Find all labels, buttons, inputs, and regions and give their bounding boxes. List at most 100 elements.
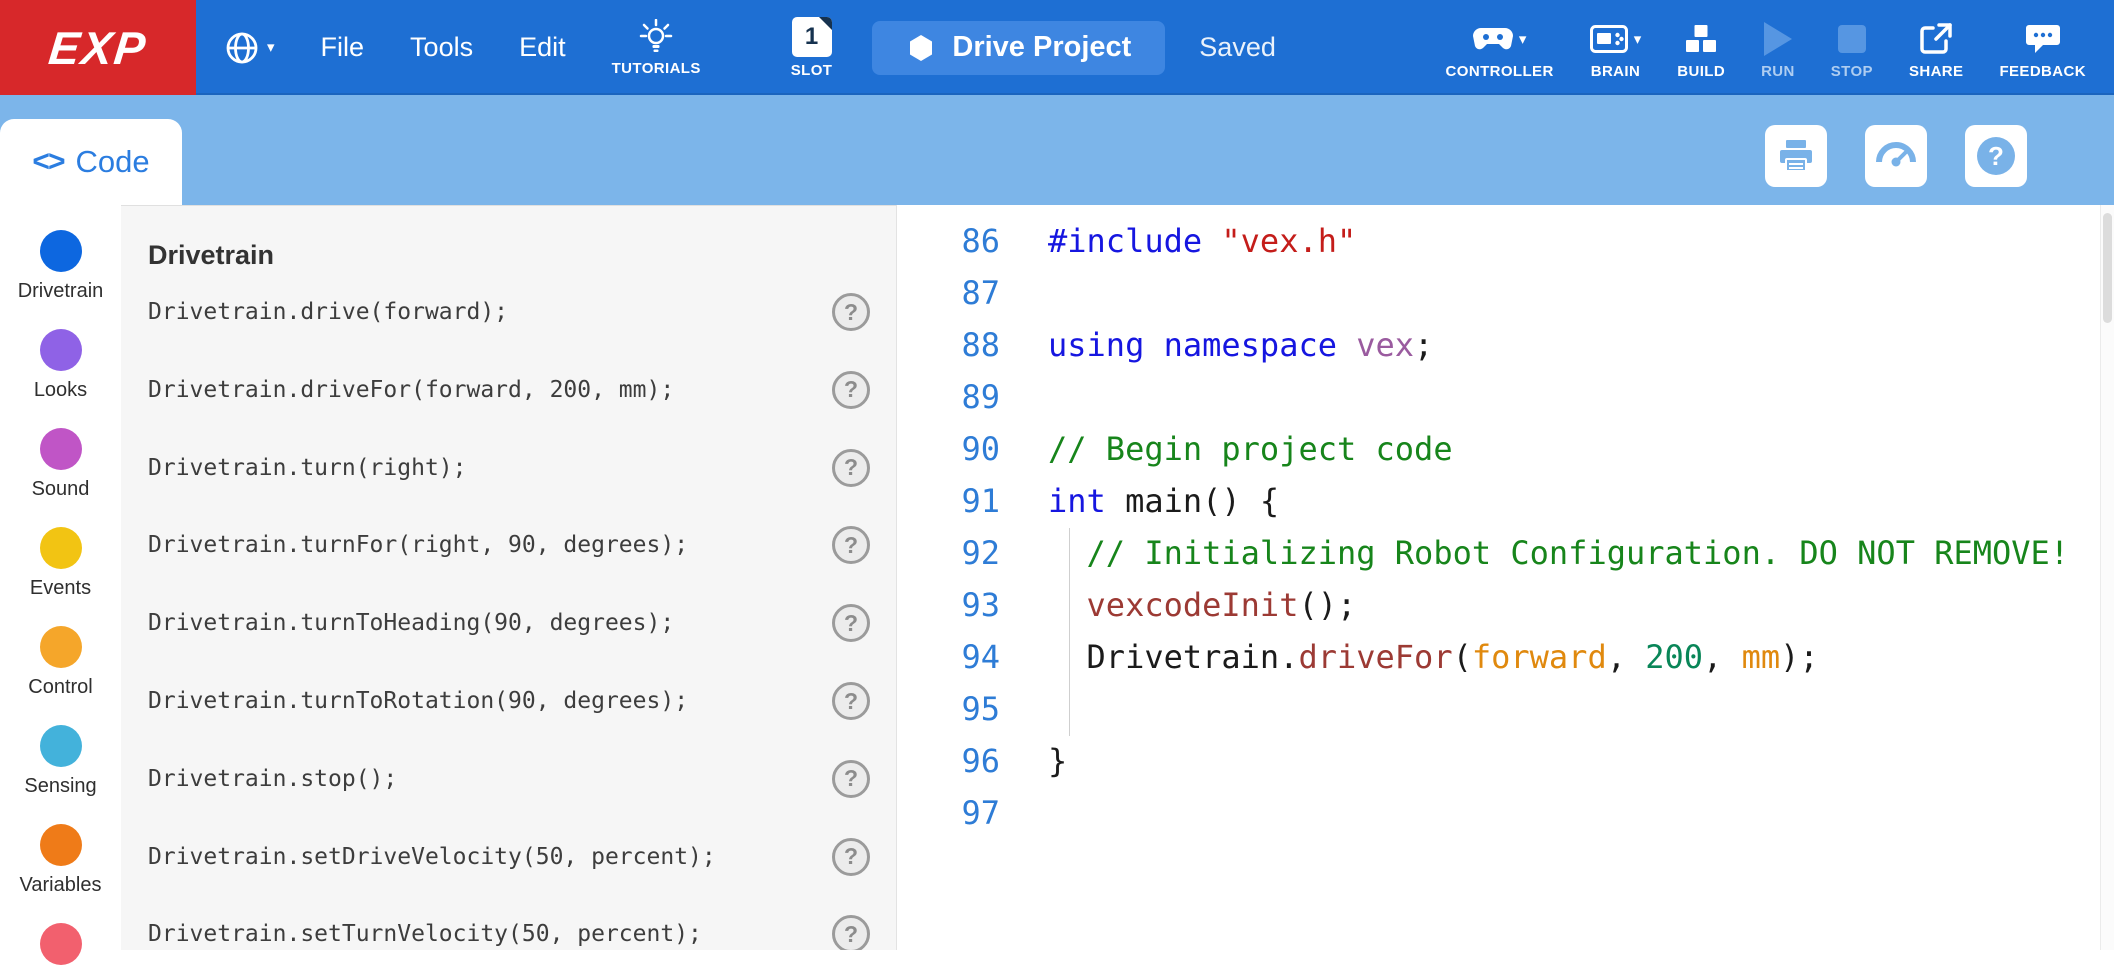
brain-label: BRAIN — [1591, 63, 1641, 80]
code-line[interactable]: 92 // Initializing Robot Configuration. … — [897, 527, 2100, 579]
command-text: Drivetrain.driveFor(forward, 200, mm); — [148, 377, 832, 403]
category-circle-icon[interactable] — [40, 428, 82, 470]
code-line[interactable]: 87 — [897, 267, 2100, 319]
code-line[interactable]: 94 Drivetrain.driveFor(forward, 200, mm)… — [897, 631, 2100, 683]
command-help-button[interactable]: ? — [832, 604, 870, 642]
run-label: RUN — [1761, 63, 1795, 80]
menu-edit[interactable]: Edit — [519, 32, 566, 63]
tutorials-label: TUTORIALS — [612, 60, 701, 77]
tutorials-button[interactable]: TUTORIALS — [612, 19, 701, 77]
code-line[interactable]: 91int main() { — [897, 475, 2100, 527]
command-item[interactable]: Drivetrain.turnFor(right, 90, degrees);? — [148, 523, 870, 567]
line-number: 88 — [897, 326, 1000, 364]
run-button[interactable]: RUN — [1761, 15, 1795, 80]
code-line[interactable]: 93 vexcodeInit(); — [897, 579, 2100, 631]
category-circle-icon[interactable] — [40, 923, 82, 965]
stop-label: STOP — [1831, 63, 1873, 80]
line-number: 94 — [897, 638, 1000, 676]
sidebar-category-looks[interactable]: Looks — [0, 329, 121, 402]
feedback-button[interactable]: FEEDBACK — [1999, 15, 2086, 80]
code-editor[interactable]: 86#include "vex.h"8788using namespace ve… — [897, 205, 2114, 950]
command-help-button[interactable]: ? — [832, 838, 870, 876]
command-text: Drivetrain.setDriveVelocity(50, percent)… — [148, 844, 832, 870]
code-line[interactable]: 89 — [897, 371, 2100, 423]
sidebar-category-8[interactable] — [0, 923, 121, 973]
share-icon — [1919, 22, 1953, 56]
command-item[interactable]: Drivetrain.setTurnVelocity(50, percent);… — [148, 912, 870, 950]
sidebar-category-events[interactable]: Events — [0, 527, 121, 600]
play-icon — [1764, 22, 1792, 56]
code-line[interactable]: 88using namespace vex; — [897, 319, 2100, 371]
sidebar-category-sensing[interactable]: Sensing — [0, 725, 121, 798]
command-item[interactable]: Drivetrain.stop();? — [148, 757, 870, 801]
category-circle-icon[interactable] — [40, 824, 82, 866]
project-name: Drive Project — [952, 31, 1131, 64]
sidebar-category-drivetrain[interactable]: Drivetrain — [0, 230, 121, 303]
stop-button[interactable]: STOP — [1831, 15, 1873, 80]
code-line[interactable]: 96} — [897, 735, 2100, 787]
menu-tools[interactable]: Tools — [410, 32, 473, 63]
category-circle-icon[interactable] — [40, 527, 82, 569]
category-circle-icon[interactable] — [40, 725, 82, 767]
command-help-button[interactable]: ? — [832, 682, 870, 720]
command-help-button[interactable]: ? — [832, 915, 870, 950]
menu-file[interactable]: File — [321, 32, 365, 63]
code-text: Drivetrain.driveFor(forward, 200, mm); — [1048, 638, 1819, 676]
category-circle-icon[interactable] — [40, 329, 82, 371]
code-line[interactable]: 97 — [897, 787, 2100, 839]
dashboard-button[interactable] — [1865, 125, 1927, 187]
command-item[interactable]: Drivetrain.setDriveVelocity(50, percent)… — [148, 835, 870, 879]
sidebar-category-variables[interactable]: Variables — [0, 824, 121, 897]
sidebar-category-sound[interactable]: Sound — [0, 428, 121, 501]
command-item[interactable]: Drivetrain.driveFor(forward, 200, mm);? — [148, 368, 870, 412]
feedback-bubble-icon — [2025, 24, 2061, 54]
command-text: Drivetrain.turn(right); — [148, 455, 832, 481]
controller-button[interactable]: ▾ CONTROLLER — [1446, 15, 1554, 80]
build-button[interactable]: BUILD — [1677, 15, 1725, 80]
command-help-button[interactable]: ? — [832, 293, 870, 331]
command-item[interactable]: Drivetrain.turnToRotation(90, degrees);? — [148, 679, 870, 723]
exp-logo: EXP — [0, 0, 196, 95]
command-item[interactable]: Drivetrain.drive(forward);? — [148, 290, 870, 334]
category-label: Variables — [20, 874, 102, 897]
gauge-icon — [1876, 140, 1916, 172]
top-navigation-bar: EXP ▾ File Tools Edit TUTORIALS — [0, 0, 2114, 95]
sidebar-category-list: Drivetrain Looks Sound Events Control Sensing… — [0, 205, 121, 950]
command-text: Drivetrain.stop(); — [148, 766, 832, 792]
code-text: vexcodeInit(); — [1048, 586, 1356, 624]
command-item[interactable]: Drivetrain.turnToHeading(90, degrees);? — [148, 601, 870, 645]
command-text: Drivetrain.drive(forward); — [148, 299, 832, 325]
command-help-button[interactable]: ? — [832, 526, 870, 564]
code-line[interactable]: 95 — [897, 683, 2100, 735]
line-number: 93 — [897, 586, 1000, 624]
scrollbar-thumb[interactable] — [2103, 213, 2112, 323]
sidebar-category-control[interactable]: Control — [0, 626, 121, 699]
command-help-button[interactable]: ? — [832, 760, 870, 798]
category-label: Events — [30, 577, 91, 600]
question-mark-icon: ? — [1977, 137, 2015, 175]
share-button[interactable]: SHARE — [1909, 15, 1964, 80]
language-selector[interactable]: ▾ — [224, 30, 275, 66]
category-circle-icon[interactable] — [40, 626, 82, 668]
category-label: Sensing — [24, 775, 96, 798]
line-number: 91 — [897, 482, 1000, 520]
save-status: Saved — [1199, 32, 1276, 63]
chevron-down-icon: ▾ — [1519, 32, 1527, 47]
help-button[interactable]: ? — [1965, 125, 2027, 187]
print-button[interactable] — [1765, 125, 1827, 187]
tab-code[interactable]: <> Code — [0, 119, 182, 205]
code-text: // Begin project code — [1048, 430, 1453, 468]
code-line[interactable]: 90// Begin project code — [897, 423, 2100, 475]
code-text: #include "vex.h" — [1048, 222, 1356, 260]
category-circle-icon[interactable] — [40, 230, 82, 272]
brain-button[interactable]: ▾ BRAIN — [1590, 15, 1642, 80]
category-label: Drivetrain — [18, 280, 104, 303]
command-help-button[interactable]: ? — [832, 449, 870, 487]
project-name-button[interactable]: Drive Project — [872, 21, 1165, 75]
command-help-button[interactable]: ? — [832, 371, 870, 409]
slot-button[interactable]: 1 SLOT — [791, 17, 833, 79]
code-line[interactable]: 86#include "vex.h" — [897, 215, 2100, 267]
code-text: } — [1048, 742, 1067, 780]
editor-scrollbar[interactable] — [2100, 205, 2114, 950]
command-item[interactable]: Drivetrain.turn(right);? — [148, 446, 870, 490]
